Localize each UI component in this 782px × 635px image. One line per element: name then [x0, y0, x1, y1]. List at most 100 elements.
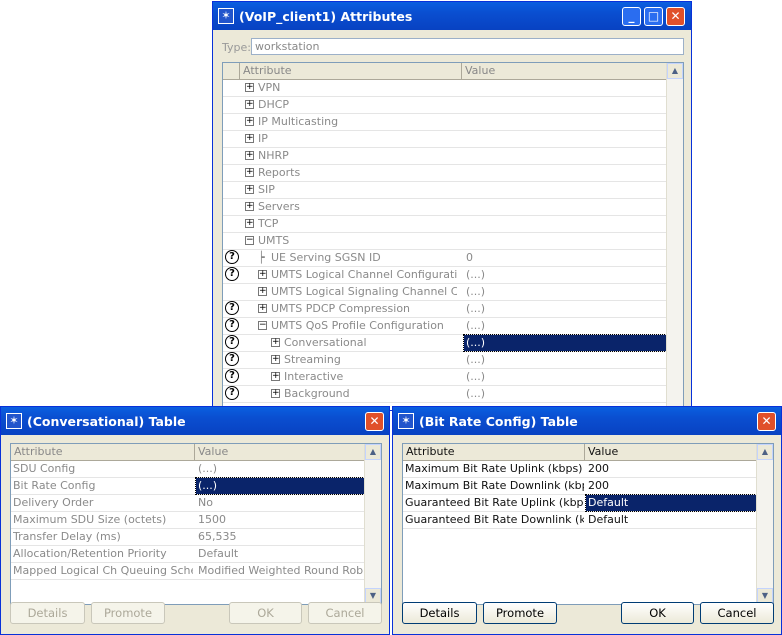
attribute-value[interactable]: (...) [196, 461, 364, 477]
attribute-value[interactable]: Default [585, 494, 757, 512]
expand-icon[interactable]: + [245, 219, 254, 228]
table-row[interactable]: ? + Streaming (...) [223, 352, 667, 369]
ok-button[interactable]: OK [621, 602, 694, 624]
attributes-titlebar[interactable]: ✶ (VoIP_client1) Attributes _ □ ✕ [213, 2, 691, 30]
expand-icon[interactable]: + [271, 355, 280, 364]
help-icon[interactable]: ? [225, 318, 239, 332]
table-row[interactable]: ? − UMTS QoS Profile Configuration (...) [223, 318, 667, 335]
attribute-value[interactable]: (...) [464, 267, 666, 283]
attribute-column-header[interactable]: Attribute [403, 444, 585, 461]
table-row[interactable]: − UMTS [223, 233, 667, 250]
attribute-value[interactable]: Default [586, 512, 756, 528]
help-icon[interactable]: ? [225, 301, 239, 315]
collapse-icon[interactable]: − [245, 236, 254, 245]
expand-icon[interactable]: + [258, 304, 267, 313]
table-row[interactable]: SDU Config (...) [11, 461, 366, 478]
table-row[interactable]: ? + UMTS Logical Channel Configuration (...… [223, 267, 667, 284]
attribute-value[interactable] [464, 80, 666, 96]
table-row[interactable]: + IP [223, 131, 667, 148]
table-row[interactable]: Mapped Logical Ch Queuing SchemeModified… [11, 563, 366, 580]
attribute-value[interactable]: (...) [463, 334, 667, 352]
attribute-column-header[interactable]: Attribute [11, 444, 195, 461]
expand-icon[interactable]: + [245, 100, 254, 109]
table-row[interactable]: ? + UMTS PDCP Compression (...) [223, 301, 667, 318]
minimize-button[interactable]: _ [622, 7, 641, 26]
attribute-value[interactable] [464, 114, 666, 130]
expand-icon[interactable]: + [258, 287, 267, 296]
attribute-value[interactable]: (...) [464, 284, 666, 300]
attribute-value[interactable]: (...) [464, 301, 666, 317]
details-button[interactable]: Details [10, 602, 85, 624]
bitrate-scrollbar[interactable]: ▲ ▼ [756, 444, 773, 604]
table-row[interactable]: Transfer Delay (ms) 65,535 [11, 529, 366, 546]
expand-icon[interactable]: + [271, 372, 280, 381]
maximize-button[interactable]: □ [644, 7, 663, 26]
table-row[interactable]: ? + Conversational (...) [223, 334, 667, 352]
table-row[interactable]: Maximum Bit Rate Uplink (kbps) 200 [403, 461, 758, 478]
table-row[interactable]: Maximum Bit Rate Downlink (kbps) 200 [403, 478, 758, 495]
expand-icon[interactable]: + [245, 168, 254, 177]
expand-icon[interactable]: + [245, 117, 254, 126]
table-row[interactable]: + DHCP [223, 97, 667, 114]
close-button[interactable]: ✕ [757, 412, 776, 431]
details-button[interactable]: Details [402, 602, 477, 624]
attribute-value[interactable] [464, 233, 666, 249]
attribute-value[interactable]: (...) [195, 477, 365, 495]
attribute-value[interactable]: 200 [586, 478, 756, 494]
table-row[interactable]: Allocation/Retention Priority Default [11, 546, 366, 563]
expand-icon[interactable]: + [245, 202, 254, 211]
scroll-up-arrow-icon[interactable]: ▲ [757, 444, 773, 460]
expand-icon[interactable]: + [271, 338, 280, 347]
table-row[interactable]: ? + Interactive (...) [223, 369, 667, 386]
conversational-scrollbar[interactable]: ▲ ▼ [364, 444, 381, 604]
expand-icon[interactable]: + [245, 134, 254, 143]
attribute-column-header[interactable]: Attribute [240, 63, 462, 80]
close-button[interactable]: ✕ [365, 412, 384, 431]
help-icon[interactable]: ? [225, 386, 239, 400]
expand-icon[interactable]: + [258, 270, 267, 279]
help-icon[interactable]: ? [225, 267, 239, 281]
table-row[interactable]: ? + Background (...) [223, 386, 667, 403]
expand-icon[interactable]: + [271, 389, 280, 398]
table-row[interactable]: + IP Multicasting [223, 114, 667, 131]
table-row[interactable]: + VPN [223, 80, 667, 97]
table-row[interactable]: Guaranteed Bit Rate Uplink (kbps) Default [403, 494, 758, 512]
attribute-value[interactable]: 0 [464, 250, 666, 266]
cancel-button[interactable]: Cancel [308, 602, 382, 624]
expand-icon[interactable]: + [245, 83, 254, 92]
attribute-value[interactable]: Default [196, 546, 364, 562]
table-row[interactable]: + SIP [223, 182, 667, 199]
table-row[interactable]: + UMTS Logical Signaling Channel Conf... (… [223, 284, 667, 301]
attribute-value[interactable]: (...) [464, 386, 666, 402]
attribute-value[interactable]: 200 [586, 461, 756, 477]
table-row[interactable]: Delivery Order No [11, 495, 366, 512]
scroll-up-arrow-icon[interactable]: ▲ [667, 63, 683, 79]
attribute-value[interactable] [464, 97, 666, 113]
value-column-header[interactable]: Value [585, 444, 758, 461]
close-button[interactable]: ✕ [666, 7, 685, 26]
collapse-icon[interactable]: − [258, 321, 267, 330]
table-row[interactable]: Maximum SDU Size (octets) 1500 [11, 512, 366, 529]
attribute-value[interactable]: No [196, 495, 364, 511]
attribute-value[interactable]: (...) [464, 369, 666, 385]
promote-button[interactable]: Promote [483, 602, 557, 624]
attribute-value[interactable]: 65,535 [196, 529, 364, 545]
table-row[interactable]: + Reports [223, 165, 667, 182]
attribute-value[interactable]: (...) [464, 318, 666, 334]
attribute-value[interactable] [464, 216, 666, 232]
bitrate-titlebar[interactable]: ✶ (Bit Rate Config) Table ✕ [393, 407, 781, 435]
table-row[interactable]: + Servers [223, 199, 667, 216]
expand-icon[interactable]: + [245, 151, 254, 160]
attribute-value[interactable]: 1500 [196, 512, 364, 528]
table-row[interactable]: + TCP [223, 216, 667, 233]
attribute-value[interactable] [464, 131, 666, 147]
attributes-scrollbar[interactable]: ▲ [666, 63, 683, 410]
value-column-header[interactable]: Value [462, 63, 667, 80]
expand-icon[interactable]: + [245, 185, 254, 194]
table-row[interactable]: ? ┝ UE Serving SGSN ID 0 [223, 250, 667, 267]
attribute-value[interactable] [464, 165, 666, 181]
scroll-up-arrow-icon[interactable]: ▲ [365, 444, 381, 460]
help-icon[interactable]: ? [225, 335, 239, 349]
table-row[interactable]: Guaranteed Bit Rate Downlink (kbps)Defau… [403, 512, 758, 529]
help-icon[interactable]: ? [225, 352, 239, 366]
